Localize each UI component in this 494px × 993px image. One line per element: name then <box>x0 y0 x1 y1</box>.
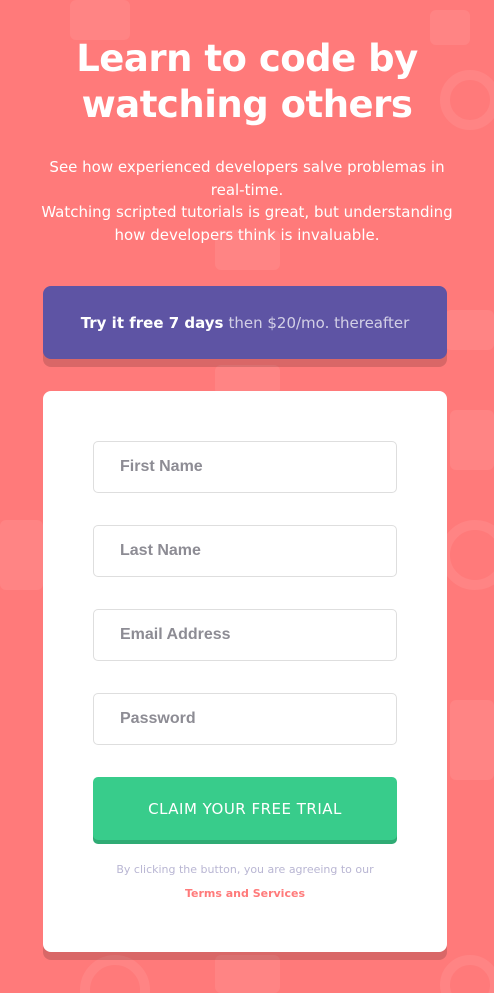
hero-description: See how experienced developers salve pro… <box>0 156 494 246</box>
pattern-shape <box>70 0 130 40</box>
claim-free-trial-button[interactable]: CLAIM YOUR FREE TRIAL <box>93 777 397 840</box>
password-input[interactable] <box>93 693 397 745</box>
trial-banner: Try it free 7 days then $20/mo. thereaft… <box>43 286 447 359</box>
trial-banner-strong: Try it free 7 days <box>80 313 224 332</box>
pattern-shape <box>0 520 43 590</box>
first-name-input[interactable] <box>93 441 397 493</box>
hero-title: Learn to code by watching others <box>76 37 418 126</box>
hero-description-line1: See how experienced developers salve pro… <box>49 158 445 199</box>
terms-notice: By clicking the button, you are agreeing… <box>43 858 447 906</box>
terms-link[interactable]: Terms and Services <box>185 887 305 900</box>
hero-description-line2: Watching scripted tutorials is great, bu… <box>41 203 453 244</box>
pattern-shape <box>450 410 494 470</box>
pattern-shape <box>450 700 494 780</box>
terms-text: By clicking the button, you are agreeing… <box>116 863 374 876</box>
email-input[interactable] <box>93 609 397 661</box>
pattern-shape <box>215 955 280 993</box>
last-name-input[interactable] <box>93 525 397 577</box>
pattern-circle <box>440 520 494 590</box>
pattern-circle <box>80 955 150 993</box>
signup-form: CLAIM YOUR FREE TRIAL By clicking the bu… <box>43 391 447 952</box>
trial-banner-light: then $20/mo. thereafter <box>228 313 410 332</box>
pattern-circle <box>440 955 494 993</box>
pattern-shape <box>445 310 494 350</box>
